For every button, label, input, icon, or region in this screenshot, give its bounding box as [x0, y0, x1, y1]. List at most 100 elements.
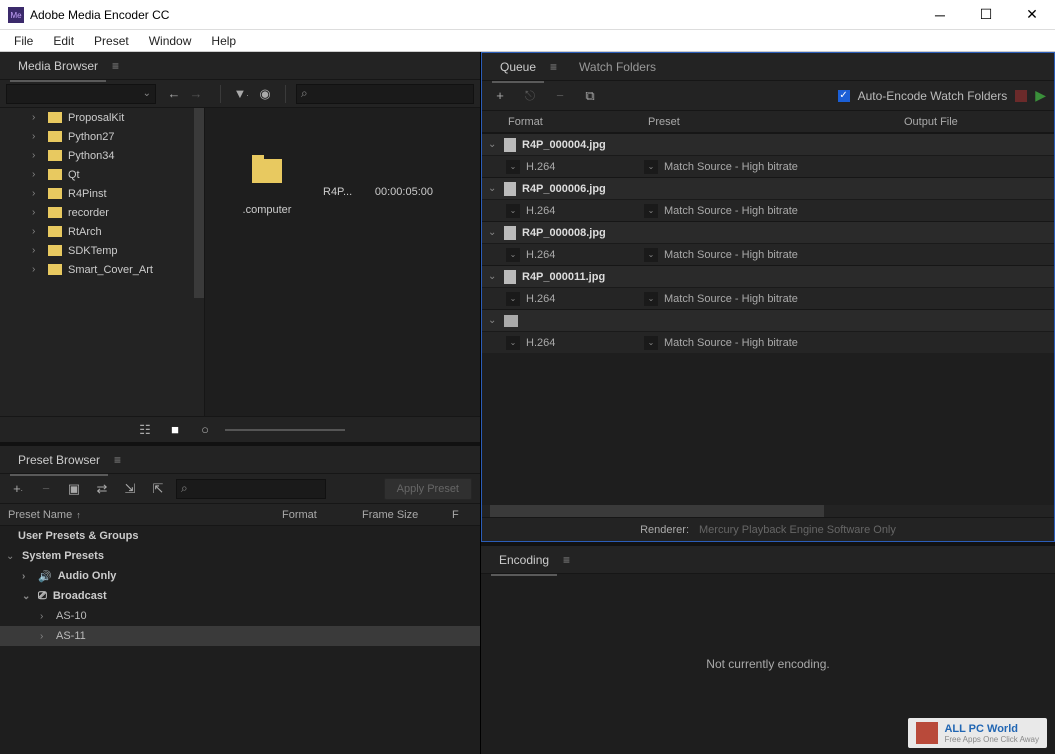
folder-item[interactable]: .computer	[211, 126, 323, 216]
preset-dropdown-icon[interactable]: ⌄	[644, 248, 658, 262]
col-frame-rate[interactable]: F	[452, 509, 472, 521]
queue-file-row[interactable]: ⌄	[482, 309, 1054, 331]
format-dropdown-icon[interactable]: ⌄	[506, 204, 520, 218]
ingest-icon[interactable]: ◉	[255, 84, 275, 104]
queue-output-row[interactable]: ⌄H.264⌄Match Source - High bitrate	[482, 287, 1054, 309]
window-title: Adobe Media Encoder CC	[30, 8, 917, 22]
folder-tree-item[interactable]: ›recorder	[0, 203, 204, 222]
col-preset-name[interactable]: Preset Name	[8, 509, 72, 521]
sort-asc-icon[interactable]: ↑	[76, 510, 81, 520]
new-group-icon[interactable]: ▣	[64, 479, 84, 499]
preset-search-input[interactable]: ⌕	[176, 479, 326, 499]
media-browser-tab[interactable]: Media Browser	[10, 55, 106, 77]
panel-menu-icon[interactable]: ≡	[563, 553, 570, 567]
auto-encode-label: Auto-Encode Watch Folders	[858, 89, 1008, 103]
folder-tree-item[interactable]: ›SDKTemp	[0, 241, 204, 260]
renderer-value[interactable]: Mercury Playback Engine Software Only	[699, 524, 896, 536]
file-name: R4P_000008.jpg	[522, 227, 606, 239]
tree-scrollbar[interactable]	[194, 108, 204, 298]
import-icon[interactable]: ⇲	[120, 479, 140, 499]
stop-button[interactable]	[1015, 90, 1027, 102]
list-view-icon[interactable]: ☷	[135, 420, 155, 440]
preset-dropdown-icon[interactable]: ⌄	[644, 160, 658, 174]
drive-dropdown[interactable]: ⌄	[6, 84, 156, 104]
format-dropdown-icon[interactable]: ⌄	[506, 248, 520, 262]
folder-tree-item[interactable]: ›Qt	[0, 165, 204, 184]
folder-tree-item[interactable]: ›ProposalKit	[0, 108, 204, 127]
queue-file-row[interactable]: ⌄R4P_000004.jpg	[482, 133, 1054, 155]
preset-as10[interactable]: ›AS-10	[0, 606, 480, 626]
watch-folders-tab[interactable]: Watch Folders	[571, 56, 664, 78]
queue-header: Queue ≡ Watch Folders	[482, 53, 1054, 81]
duplicate-icon[interactable]: ⧉	[580, 86, 600, 106]
chevron-right-icon: ›	[32, 188, 42, 199]
folder-tree-item[interactable]: ›RtArch	[0, 222, 204, 241]
media-item[interactable]: R4P... 00:00:05:00	[323, 126, 433, 198]
preset-category-broadcast[interactable]: ⌄⎚Broadcast	[0, 586, 480, 606]
queue-output-row[interactable]: ⌄H.264⌄Match Source - High bitrate	[482, 331, 1054, 353]
folder-icon	[48, 169, 62, 180]
add-preset-icon[interactable]: +.	[8, 479, 28, 499]
menu-file[interactable]: File	[4, 32, 43, 50]
panel-menu-icon[interactable]: ≡	[550, 60, 557, 74]
add-output-icon[interactable]: ⎋	[520, 86, 540, 106]
preset-dropdown-icon[interactable]: ⌄	[644, 204, 658, 218]
col-output: Output File	[904, 116, 1044, 128]
queue-output-row[interactable]: ⌄H.264⌄Match Source - High bitrate	[482, 155, 1054, 177]
queue-output-row[interactable]: ⌄H.264⌄Match Source - High bitrate	[482, 243, 1054, 265]
folder-tree-item[interactable]: ›Smart_Cover_Art	[0, 260, 204, 279]
folder-tree-item[interactable]: ›Python27	[0, 127, 204, 146]
media-grid[interactable]: .computer R4P... 00:00:05:00	[205, 108, 480, 416]
start-queue-button[interactable]: ▶	[1035, 87, 1046, 104]
search-icon: ⌕	[181, 481, 188, 496]
add-source-icon[interactable]: +	[490, 86, 510, 106]
folder-tree-item[interactable]: ›R4Pinst	[0, 184, 204, 203]
format-dropdown-icon[interactable]: ⌄	[506, 160, 520, 174]
back-icon[interactable]: ←	[164, 84, 184, 104]
col-frame-size[interactable]: Frame Size	[362, 509, 452, 521]
queue-output-row[interactable]: ⌄H.264⌄Match Source - High bitrate	[482, 199, 1054, 221]
remove-icon[interactable]: −	[550, 86, 570, 106]
thumb-view-icon[interactable]: ■	[165, 420, 185, 440]
folder-tree-item[interactable]: ›Python34	[0, 146, 204, 165]
forward-icon[interactable]: →	[186, 84, 206, 104]
preset-as11[interactable]: ›AS-11	[0, 626, 480, 646]
col-format[interactable]: Format	[282, 509, 362, 521]
export-icon[interactable]: ⇱	[148, 479, 168, 499]
folder-icon	[48, 207, 62, 218]
auto-encode-checkbox[interactable]: ✓	[838, 90, 850, 102]
media-search-input[interactable]: ⌕	[296, 84, 474, 104]
menu-edit[interactable]: Edit	[43, 32, 84, 50]
zoom-slider[interactable]	[225, 429, 345, 431]
user-presets-group[interactable]: User Presets & Groups	[0, 526, 480, 546]
queue-file-row[interactable]: ⌄R4P_000011.jpg	[482, 265, 1054, 287]
preset-dropdown-icon[interactable]: ⌄	[644, 336, 658, 350]
queue-file-row[interactable]: ⌄R4P_000008.jpg	[482, 221, 1054, 243]
close-button[interactable]: ✕	[1009, 0, 1055, 30]
apply-preset-button[interactable]: Apply Preset	[384, 478, 472, 500]
preset-browser-tab[interactable]: Preset Browser	[10, 449, 108, 471]
settings-icon[interactable]: ⇄	[92, 479, 112, 499]
maximize-button[interactable]: ☐	[963, 0, 1009, 30]
media-name: R4P...	[323, 186, 352, 198]
separator	[220, 85, 221, 103]
encoding-tab[interactable]: Encoding	[491, 549, 557, 571]
panel-menu-icon[interactable]: ≡	[112, 59, 119, 73]
preset-dropdown-icon[interactable]: ⌄	[644, 292, 658, 306]
remove-preset-icon[interactable]: −	[36, 479, 56, 499]
minimize-button[interactable]: ─	[917, 0, 963, 30]
panel-menu-icon[interactable]: ≡	[114, 453, 121, 467]
format-dropdown-icon[interactable]: ⌄	[506, 336, 520, 350]
preset-category-audio[interactable]: ›🔊Audio Only	[0, 566, 480, 586]
horizontal-scrollbar[interactable]	[490, 505, 1046, 517]
menu-preset[interactable]: Preset	[84, 32, 139, 50]
queue-file-row[interactable]: ⌄R4P_000006.jpg	[482, 177, 1054, 199]
format-dropdown-icon[interactable]: ⌄	[506, 292, 520, 306]
chevron-right-icon: ›	[32, 207, 42, 218]
folder-tree[interactable]: ›ProposalKit›Python27›Python34›Qt›R4Pins…	[0, 108, 205, 416]
filter-icon[interactable]: ▼.	[231, 84, 251, 104]
system-presets-group[interactable]: ⌄System Presets	[0, 546, 480, 566]
queue-tab[interactable]: Queue	[492, 56, 544, 78]
menu-window[interactable]: Window	[139, 32, 202, 50]
menu-help[interactable]: Help	[201, 32, 246, 50]
